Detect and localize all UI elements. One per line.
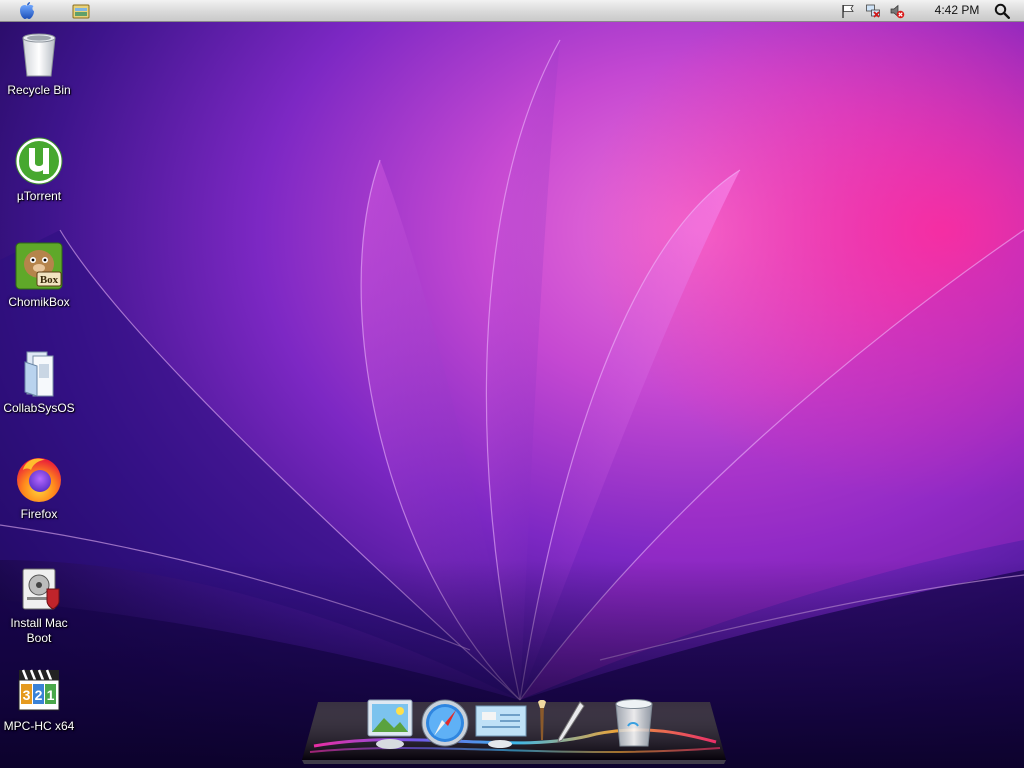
desktop-icon-collabsysos[interactable]: CollabSysOS xyxy=(0,348,78,416)
menu-bar: 4:42 PM xyxy=(0,0,1024,22)
volume-muted-icon[interactable] xyxy=(889,3,905,19)
svg-text:2: 2 xyxy=(35,687,43,703)
desktop-icon-firefox[interactable]: Firefox xyxy=(0,454,78,522)
desktop-icon-label: Firefox xyxy=(20,507,58,521)
desktop-icon-install-mac-boot[interactable]: Install Mac Boot xyxy=(0,563,78,646)
desktop-wallpaper xyxy=(0,0,1024,768)
safari-icon[interactable] xyxy=(420,698,470,750)
flag-icon[interactable] xyxy=(840,3,856,19)
desktop-icon-label: Install Mac Boot xyxy=(10,616,68,645)
photo-viewer-icon[interactable] xyxy=(366,698,414,750)
desktop-icon-label: ChomikBox xyxy=(8,295,70,309)
clock[interactable]: 4:42 PM xyxy=(924,3,990,17)
desktop-icon-recycle-bin[interactable]: Recycle Bin xyxy=(0,30,78,98)
preview-icon[interactable] xyxy=(474,704,528,750)
recycle-bin-icon xyxy=(22,33,56,77)
spotlight-search-icon[interactable] xyxy=(994,3,1010,19)
desktop-icon-mpc-hc[interactable]: 3 2 1 MPC-HC x64 xyxy=(0,666,78,734)
desktop-icon-label: µTorrent xyxy=(16,189,62,203)
trash-icon[interactable] xyxy=(610,696,658,752)
desktop-icon-utorrent[interactable]: µTorrent xyxy=(0,136,78,204)
dock xyxy=(296,690,732,768)
svg-text:Box: Box xyxy=(40,274,59,286)
utorrent-icon xyxy=(15,137,63,185)
firefox-icon xyxy=(17,458,61,502)
folder-document-icon xyxy=(24,351,54,397)
desktop-icon-label: CollabSysOS xyxy=(3,401,75,415)
network-icon[interactable] xyxy=(865,3,881,19)
svg-text:3: 3 xyxy=(23,687,31,703)
desktop-icon-label: MPC-HC x64 xyxy=(3,719,75,733)
brush-pen-icon[interactable] xyxy=(528,700,588,750)
apple-icon[interactable] xyxy=(16,1,38,21)
desktop-icon-chomikbox[interactable]: Box ChomikBox xyxy=(0,242,78,310)
chomikbox-icon: Box xyxy=(15,242,63,290)
svg-text:1: 1 xyxy=(47,687,55,703)
installer-icon xyxy=(22,568,60,610)
desktop-icon-label: Recycle Bin xyxy=(7,83,71,97)
finder-icon[interactable] xyxy=(72,3,90,19)
mpc-hc-icon: 3 2 1 xyxy=(18,669,60,711)
